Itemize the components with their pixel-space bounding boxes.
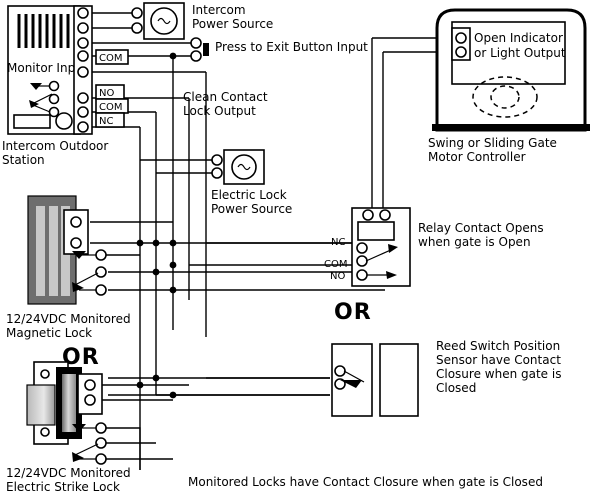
intercom-terminal-1[interactable]: [77, 7, 89, 19]
maglock-contact-terminal-2[interactable]: [95, 266, 107, 278]
intercom-terminal-3[interactable]: [77, 37, 89, 49]
electric-lock-power-line1: Electric Lock: [211, 188, 287, 202]
gate-motor-controller[interactable]: Open Indicator or Light Output Swing or …: [428, 8, 590, 164]
terminal-label-nc: NC: [99, 116, 113, 127]
maglock-power-terminal-2[interactable]: [70, 237, 82, 249]
reed-switch-terminal-1[interactable]: [334, 365, 346, 377]
intercom-terminal-4[interactable]: [77, 50, 89, 62]
intercom-terminal-no[interactable]: [77, 92, 89, 104]
relay-label-no: NO: [330, 271, 345, 282]
intercom-power-caption-line2: Power Source: [192, 17, 273, 31]
footer-note: Monitored Locks have Contact Closure whe…: [188, 475, 543, 489]
terminal-label-no: NO: [99, 88, 114, 99]
relay-label-com: COM: [324, 259, 347, 270]
intercom-power-source[interactable]: Intercom Power Source: [131, 2, 273, 40]
intercom-power-caption-line1: Intercom: [192, 3, 246, 17]
open-indicator-terminal-1[interactable]: [455, 32, 467, 44]
intercom-terminal-com-bottom[interactable]: [77, 106, 89, 118]
strike-keeper: [62, 374, 76, 432]
clean-contact-line2: Lock Output: [183, 104, 256, 118]
open-indicator-terminal-2[interactable]: [455, 46, 467, 58]
relay-terminal-no[interactable]: [356, 269, 368, 281]
electric-lock-power-terminal-1[interactable]: [211, 154, 223, 166]
intercom-caption-line1: Intercom Outdoor: [2, 139, 108, 153]
gate-relay[interactable]: NC COM NO Relay Contact Opens when gate …: [324, 207, 544, 287]
clean-contact-line1: Clean Contact: [183, 90, 268, 104]
relay-caption-line2: when gate is Open: [418, 235, 531, 249]
open-indicator-label-line1: Open Indicator: [474, 31, 563, 45]
strike-screw-hole-bottom: [40, 427, 50, 437]
maglock-contact-terminal-3[interactable]: [95, 284, 107, 296]
intercom-terminal-com-top[interactable]: [77, 66, 89, 78]
clean-contact-lock-output-label: Clean Contact Lock Output: [183, 90, 268, 118]
electric-lock-power-line2: Power Source: [211, 202, 292, 216]
strike-contact-terminal-2[interactable]: [95, 437, 107, 449]
electric-lock-power-source[interactable]: Electric Lock Power Source: [211, 149, 292, 216]
intercom-caption-line2: Station: [2, 153, 45, 167]
intercom-outdoor-station[interactable]: Monitor Input COM NO COM NC Intercom Out…: [2, 5, 129, 167]
maglock-caption-line1: 12/24VDC Monitored: [6, 312, 131, 326]
strike-contact-terminal-1[interactable]: [95, 422, 107, 434]
relay-label-nc: NC: [331, 237, 345, 248]
magnetic-lock[interactable]: 12/24VDC Monitored Magnetic Lock: [6, 195, 131, 340]
gate-controller-caption-line2: Motor Controller: [428, 150, 526, 164]
strike-power-terminal-2[interactable]: [84, 394, 96, 406]
maglock-monitor-contacts: [72, 249, 107, 296]
strike-caption-line1: 12/24VDC Monitored: [6, 466, 131, 480]
reed-switch-caption-line3: Closure when gate is: [436, 367, 561, 381]
terminal-label-com-top: COM: [99, 53, 122, 64]
intercom-nameplate: [13, 114, 51, 129]
reed-switch-magnet: [379, 343, 419, 417]
strike-monitor-contacts: [72, 422, 107, 465]
strike-jaw: [26, 384, 56, 426]
open-indicator-label-line2: or Light Output: [474, 46, 566, 60]
relay-terminal-nc[interactable]: [356, 242, 368, 254]
strike-power-terminal-1[interactable]: [84, 379, 96, 391]
press-to-exit-input[interactable]: Press to Exit Button Input: [190, 37, 368, 62]
gate-controller-caption-line1: Swing or Sliding Gate: [428, 136, 557, 150]
maglock-power-terminal-1[interactable]: [70, 216, 82, 228]
wiring-diagram-canvas: Monitor Input COM NO COM NC Intercom Out…: [0, 0, 596, 500]
intercom-terminal-nc[interactable]: [77, 121, 89, 133]
or-label-middle: OR: [334, 300, 372, 325]
relay-coil: [357, 221, 395, 241]
intercom-power-terminal-2[interactable]: [131, 22, 143, 34]
relay-coil-terminal-1[interactable]: [362, 209, 374, 221]
reed-switch-caption-line2: Sensor have Contact: [436, 353, 561, 367]
reed-switch-sensor[interactable]: Reed Switch Position Sensor have Contact…: [331, 339, 561, 417]
strike-screw-hole-top: [40, 369, 50, 379]
relay-caption-line1: Relay Contact Opens: [418, 221, 544, 235]
intercom-power-terminal-1[interactable]: [131, 7, 143, 19]
relay-terminal-com[interactable]: [356, 255, 368, 267]
electric-lock-power-terminal-2[interactable]: [211, 167, 223, 179]
press-to-exit-terminal-2[interactable]: [190, 50, 202, 62]
intercom-terminal-2[interactable]: [77, 22, 89, 34]
strike-caption-line2: Electric Strike Lock: [6, 480, 120, 494]
push-button-icon[interactable]: [203, 43, 209, 56]
maglock-contact-terminal-1[interactable]: [95, 249, 107, 261]
terminal-label-com-bottom: COM: [99, 102, 122, 113]
strike-contact-terminal-3[interactable]: [95, 453, 107, 465]
press-to-exit-terminal-1[interactable]: [190, 37, 202, 49]
relay-coil-terminal-2[interactable]: [379, 209, 391, 221]
reed-switch-caption-line1: Reed Switch Position: [436, 339, 560, 353]
reed-switch-caption-line4: Closed: [436, 381, 476, 395]
press-to-exit-label: Press to Exit Button Input: [215, 40, 368, 54]
intercom-call-button[interactable]: [55, 112, 73, 130]
maglock-caption-line2: Magnetic Lock: [6, 326, 92, 340]
